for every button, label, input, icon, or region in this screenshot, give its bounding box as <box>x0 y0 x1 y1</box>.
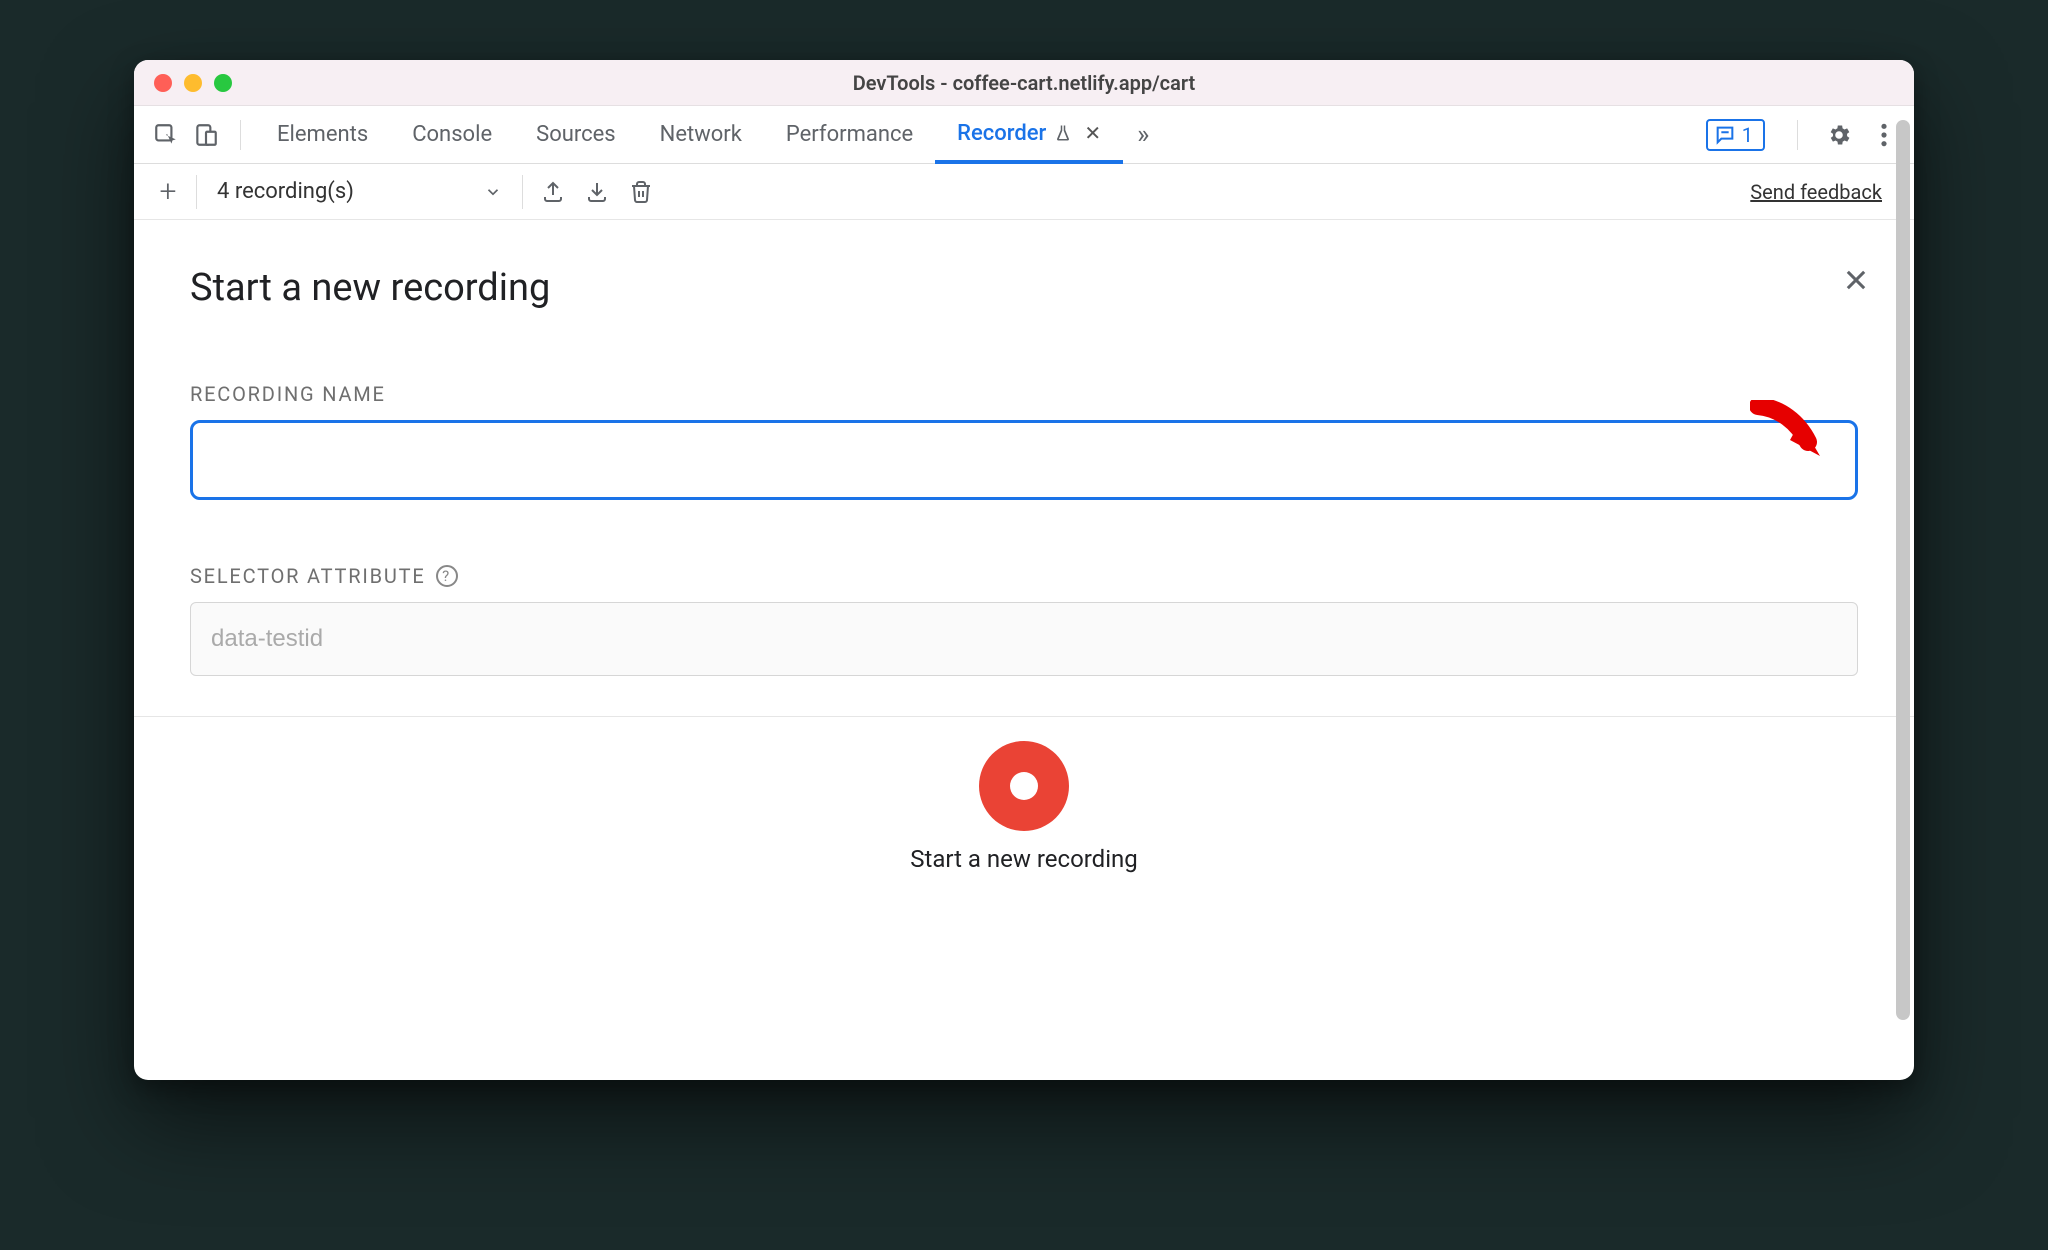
new-recording-panel: Start a new recording RECORDING NAME SEL… <box>134 220 1914 676</box>
panel-heading: Start a new recording <box>190 266 1858 310</box>
messages-count: 1 <box>1742 123 1753 147</box>
window-title: DevTools - coffee-cart.netlify.app/cart <box>134 71 1914 95</box>
scrollbar-thumb[interactable] <box>1896 120 1910 1020</box>
separator <box>522 175 523 209</box>
tab-sources[interactable]: Sources <box>514 106 638 164</box>
help-icon[interactable]: ? <box>436 565 458 587</box>
dropdown-label: 4 recording(s) <box>217 179 354 204</box>
recordings-dropdown[interactable]: 4 recording(s) <box>205 179 514 204</box>
selector-attribute-label: SELECTOR ATTRIBUTE ? <box>190 564 1858 588</box>
import-icon[interactable] <box>575 170 619 214</box>
titlebar: DevTools - coffee-cart.netlify.app/cart <box>134 60 1914 106</box>
recorder-toolbar: + 4 recording(s) Send feedback <box>134 164 1914 220</box>
tab-label: Performance <box>786 122 913 147</box>
tab-label: Console <box>412 122 492 147</box>
tab-console[interactable]: Console <box>390 106 514 164</box>
tab-recorder[interactable]: Recorder ✕ <box>935 106 1123 164</box>
recording-name-label: RECORDING NAME <box>190 382 1858 406</box>
tabs-bar: Elements Console Sources Network Perform… <box>134 106 1914 164</box>
new-recording-button[interactable]: + <box>148 172 188 212</box>
tab-label: Sources <box>536 122 616 147</box>
footer: Start a new recording <box>134 716 1914 873</box>
tab-label: Recorder <box>957 121 1046 146</box>
close-panel-button[interactable] <box>1842 266 1870 294</box>
start-recording-label: Start a new recording <box>910 845 1138 873</box>
inspect-icon[interactable] <box>146 115 186 155</box>
devtools-window: DevTools - coffee-cart.netlify.app/cart … <box>134 60 1914 1080</box>
content-area: Start a new recording RECORDING NAME SEL… <box>134 220 1914 1080</box>
close-icon <box>1842 266 1870 294</box>
send-feedback-link[interactable]: Send feedback <box>1750 180 1882 204</box>
tab-elements[interactable]: Elements <box>255 106 390 164</box>
message-icon <box>1714 124 1736 146</box>
separator <box>1797 120 1798 150</box>
export-icon[interactable] <box>531 170 575 214</box>
separator <box>196 175 197 209</box>
annotation-arrow-icon <box>1750 400 1828 472</box>
record-icon <box>1010 772 1038 800</box>
more-tabs-icon[interactable]: » <box>1123 120 1163 150</box>
device-toggle-icon[interactable] <box>186 115 226 155</box>
tab-performance[interactable]: Performance <box>764 106 935 164</box>
tab-label: Elements <box>277 122 368 147</box>
settings-icon[interactable] <box>1812 122 1866 148</box>
close-tab-icon[interactable]: ✕ <box>1084 121 1101 145</box>
separator <box>240 120 241 150</box>
start-recording-button[interactable] <box>979 741 1069 831</box>
recording-name-input[interactable] <box>190 420 1858 500</box>
selector-attribute-input[interactable] <box>190 602 1858 676</box>
chevron-down-icon <box>484 183 502 201</box>
delete-icon[interactable] <box>619 170 663 214</box>
tab-network[interactable]: Network <box>638 106 764 164</box>
flask-icon <box>1054 124 1072 142</box>
tab-label: Network <box>660 122 742 147</box>
messages-badge[interactable]: 1 <box>1706 119 1765 151</box>
